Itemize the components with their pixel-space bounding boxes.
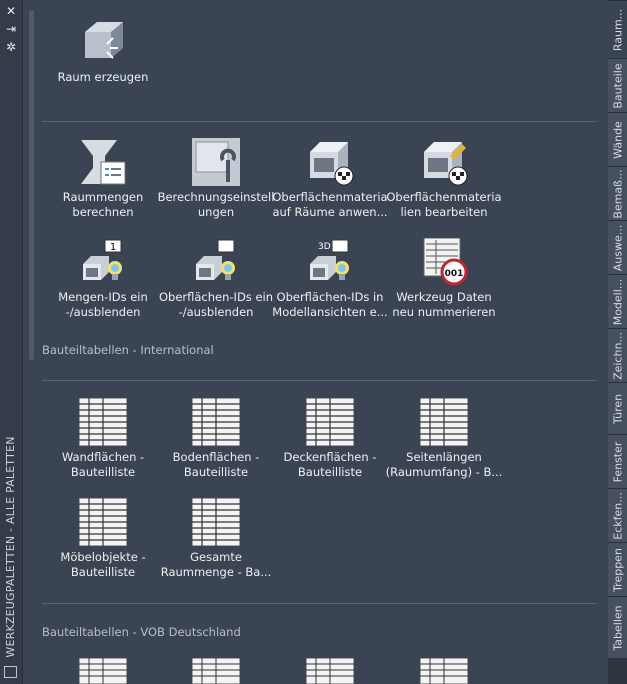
tool-label: Oberflächenmateria lien bearbeiten — [386, 190, 502, 219]
palette-title: WERKZEUGPALETTEN - ALLE PALETTEN — [4, 436, 17, 658]
separator — [42, 121, 597, 122]
schedule-table-icon[interactable] — [79, 658, 127, 684]
tool-label: Raum erzeugen — [57, 70, 149, 84]
renumber-data-icon: 001 — [423, 238, 468, 286]
palette-menu-icon[interactable] — [4, 666, 17, 678]
tab-eckfenster[interactable]: Eckfen... — [608, 488, 627, 542]
apply-surface-material-icon — [310, 142, 354, 186]
palette-content: Raum erzeugen Raummengen berechnen Berech… — [23, 0, 608, 684]
tool-label: Berechnungseinstell ungen — [157, 190, 275, 219]
tab-zeichnung[interactable]: Zeichn... — [608, 328, 627, 382]
calculate-quantities-icon — [81, 140, 126, 185]
tool-label: Seitenlängen (Raumumfang) - B... — [385, 450, 503, 479]
separator — [42, 603, 597, 604]
surface-ids-toggle-icon — [196, 239, 235, 280]
schedule-table-icon[interactable] — [192, 658, 240, 684]
schedule-table-icon — [192, 398, 240, 446]
surface-ids-model-views-icon: 3D — [310, 239, 349, 280]
tab-treppen[interactable]: Treppen — [608, 542, 627, 596]
tool-label: Mengen-IDs ein -/ausblenden — [58, 290, 148, 319]
section-title: Bauteiltabellen - International — [42, 343, 214, 357]
close-icon[interactable]: ✕ — [4, 4, 18, 18]
section-title: Bauteiltabellen - VOB Deutschland — [42, 625, 241, 639]
tool-label: Möbelobjekte - Bauteilliste — [60, 550, 146, 579]
badge-text: 001 — [445, 269, 464, 279]
tool-label: Bodenflächen - Bauteilliste — [172, 450, 260, 479]
palette-tabs: Raum... Bauteile Wände Bemaß... Auswe...… — [608, 0, 627, 684]
autohide-icon[interactable]: ⇥ — [4, 22, 18, 36]
tab-modell[interactable]: Modell... — [608, 274, 627, 328]
settings-wrench-icon — [192, 138, 240, 186]
scrollbar[interactable] — [29, 10, 34, 360]
tab-tabellen[interactable]: Tabellen — [608, 596, 627, 658]
space-generate-icon — [85, 22, 123, 59]
tab-bemass[interactable]: Bemaß... — [608, 166, 627, 220]
tab-tueren[interactable]: Türen — [608, 382, 627, 434]
schedule-table-icon — [79, 398, 127, 446]
properties-icon[interactable]: ✲ — [4, 40, 18, 54]
tab-bauteile[interactable]: Bauteile — [608, 58, 627, 112]
tool-label: Wandflächen - Bauteilliste — [61, 450, 145, 479]
tab-waende[interactable]: Wände — [608, 112, 627, 166]
tool-label: Gesamte Raummenge - Ba... — [160, 550, 272, 579]
schedule-table-icon[interactable] — [306, 658, 354, 684]
tab-fenster[interactable]: Fenster — [608, 434, 627, 488]
badge-text: 3D — [318, 242, 331, 252]
tool-label: Oberflächen-IDs ein -/ausblenden — [158, 290, 274, 319]
schedule-table-icon — [420, 398, 468, 446]
separator — [42, 380, 597, 381]
schedule-table-icon — [79, 498, 127, 546]
tool-label: Raummengen berechnen — [62, 190, 144, 219]
schedule-table-icon — [306, 398, 354, 446]
schedule-table-icon — [192, 498, 240, 546]
edit-surface-material-icon — [424, 142, 468, 186]
tab-ausweis[interactable]: Auswe... — [608, 220, 627, 274]
badge-text: 1 — [110, 242, 116, 253]
quantity-ids-toggle-icon: 1 — [83, 239, 122, 280]
palette-titlebar: ✕ ⇥ ✲ WERKZEUGPALETTEN - ALLE PALETTEN — [0, 0, 23, 684]
tab-raum[interactable]: Raum... — [608, 0, 627, 58]
tool-label: Oberflächenmateria auf Räume anwen... — [272, 190, 388, 219]
tool-label: Oberflächen-IDs in Modellansichten e... — [272, 290, 388, 319]
schedule-table-icon[interactable] — [420, 658, 468, 684]
tool-label: Werkzeug Daten neu nummerieren — [392, 290, 496, 319]
tool-label: Deckenflächen - Bauteilliste — [283, 450, 377, 479]
